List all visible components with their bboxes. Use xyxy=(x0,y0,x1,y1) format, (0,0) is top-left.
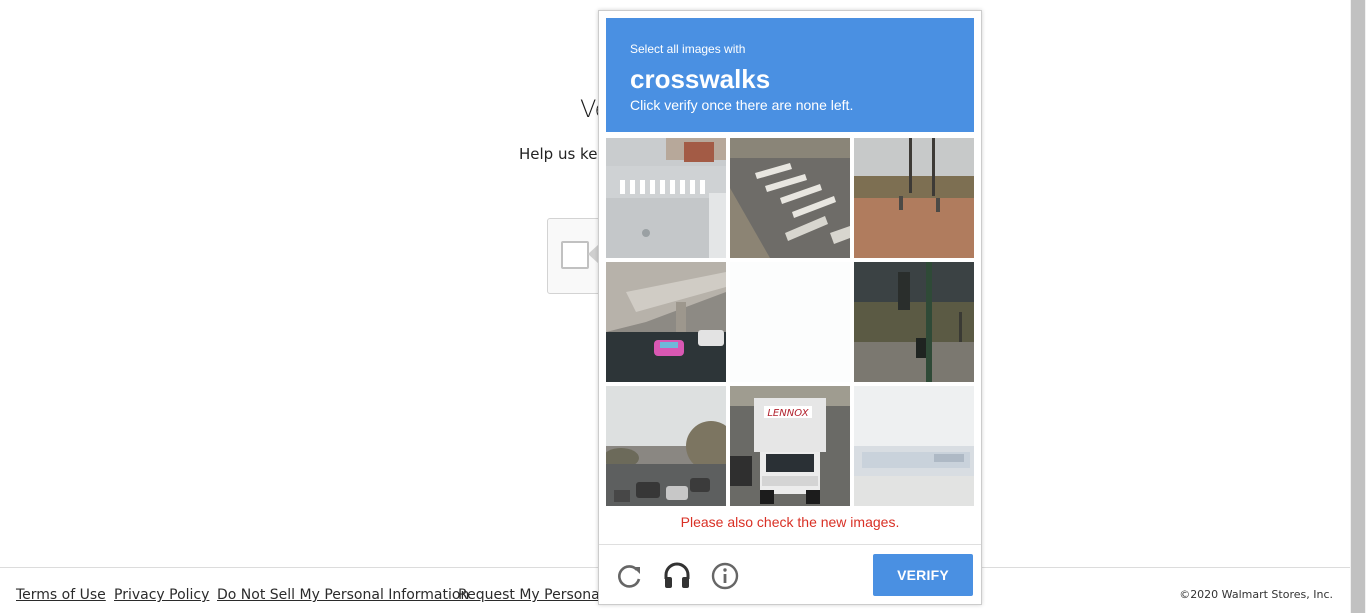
image-tile-5[interactable] xyxy=(730,262,850,382)
image-tile-2[interactable] xyxy=(730,138,850,258)
footer-link-privacy[interactable]: Privacy Policy xyxy=(114,587,209,603)
footer-link-request-info[interactable]: Request My Personal In xyxy=(458,587,621,603)
footer-link-terms[interactable]: Terms of Use xyxy=(16,587,106,603)
reload-icon[interactable] xyxy=(615,561,645,591)
image-tile-6[interactable] xyxy=(854,262,974,382)
recaptcha-checkbox[interactable] xyxy=(561,241,589,269)
scrollbar-thumb[interactable] xyxy=(1351,0,1365,613)
challenge-hint: Click verify once there are none left. xyxy=(630,97,854,113)
footer-link-do-not-sell[interactable]: Do Not Sell My Personal Information xyxy=(217,587,469,603)
image-tile-1[interactable] xyxy=(606,138,726,258)
image-grid: LENNOX xyxy=(606,138,974,506)
audio-icon[interactable] xyxy=(662,561,692,591)
svg-text:LENNOX: LENNOX xyxy=(767,408,809,419)
image-tile-8[interactable]: LENNOX xyxy=(730,386,850,506)
captcha-challenge: Select all images with crosswalks Click … xyxy=(598,10,982,605)
instruction-text: Select all images with xyxy=(630,42,746,56)
error-message: Please also check the new images. xyxy=(680,514,900,530)
image-tile-3[interactable] xyxy=(854,138,974,258)
image-tile-9[interactable] xyxy=(854,386,974,506)
challenge-header: Select all images with crosswalks Click … xyxy=(606,18,974,132)
image-tile-7[interactable] xyxy=(606,386,726,506)
image-tile-4[interactable] xyxy=(606,262,726,382)
copyright: ©2020 Walmart Stores, Inc. xyxy=(1179,588,1333,601)
footer-divider xyxy=(599,544,981,545)
info-icon[interactable] xyxy=(710,561,740,591)
page-subtitle: Help us kee xyxy=(519,145,607,163)
verify-button[interactable]: VERIFY xyxy=(873,554,973,596)
challenge-keyword: crosswalks xyxy=(630,64,771,94)
